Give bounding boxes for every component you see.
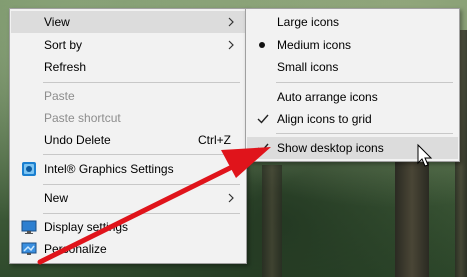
- menu-item-label: Small icons: [277, 60, 339, 74]
- chevron-right-icon: [228, 17, 234, 27]
- menu-separator: [43, 154, 240, 155]
- view-submenu: Large icons Medium icons Small icons Aut…: [245, 8, 460, 162]
- menu-item-shortcut: Ctrl+Z: [198, 133, 231, 147]
- desktop-context-menu: View Sort by Refresh Paste Paste shortcu…: [9, 8, 247, 264]
- menu-item-label: Undo Delete: [44, 133, 111, 147]
- menu-separator: [43, 213, 240, 214]
- menu-item-label: Paste shortcut: [44, 111, 121, 125]
- menu-item-label: Personalize: [44, 242, 107, 256]
- display-monitor-icon: [21, 220, 37, 234]
- menu-item-label: View: [44, 15, 70, 29]
- chevron-right-icon: [228, 40, 234, 50]
- menu-item-new[interactable]: New: [11, 187, 245, 209]
- menu-item-label: Intel® Graphics Settings: [44, 162, 174, 176]
- checkmark-icon: [257, 143, 269, 153]
- menu-item-label: Display settings: [44, 220, 129, 234]
- wallpaper-tree-trunk: [262, 165, 282, 277]
- view-item-medium-icons[interactable]: Medium icons: [247, 34, 458, 56]
- menu-item-personalize[interactable]: Personalize: [11, 238, 245, 260]
- chevron-right-icon: [228, 193, 234, 203]
- menu-item-label: New: [44, 191, 69, 205]
- view-item-small-icons[interactable]: Small icons: [247, 56, 458, 78]
- menu-item-label: Refresh: [44, 60, 87, 74]
- menu-item-label: Show desktop icons: [277, 141, 384, 155]
- menu-item-undo-delete[interactable]: Undo Delete Ctrl+Z: [11, 129, 245, 151]
- menu-separator: [276, 133, 453, 134]
- menu-item-refresh[interactable]: Refresh: [11, 56, 245, 78]
- view-item-auto-arrange-icons[interactable]: Auto arrange icons: [247, 86, 458, 108]
- menu-item-label: Paste: [44, 89, 75, 103]
- menu-item-label: Medium icons: [277, 38, 352, 52]
- menu-item-sort-by[interactable]: Sort by: [11, 34, 245, 56]
- view-item-align-icons-to-grid[interactable]: Align icons to grid: [247, 108, 458, 130]
- menu-item-label: Align icons to grid: [277, 112, 372, 126]
- menu-item-display-settings[interactable]: Display settings: [11, 216, 245, 238]
- menu-item-intel-graphics-settings[interactable]: Intel® Graphics Settings: [11, 158, 245, 180]
- menu-item-label: Large icons: [277, 15, 340, 29]
- view-item-large-icons[interactable]: Large icons: [247, 11, 458, 33]
- menu-item-paste-shortcut: Paste shortcut: [11, 107, 245, 129]
- checkmark-icon: [257, 114, 269, 124]
- wallpaper-tree-trunk: [395, 150, 429, 277]
- menu-item-paste: Paste: [11, 85, 245, 107]
- menu-separator: [43, 184, 240, 185]
- intel-graphics-icon: [22, 162, 36, 176]
- menu-item-label: Auto arrange icons: [277, 90, 378, 104]
- personalize-icon: [21, 242, 37, 255]
- menu-item-label: Sort by: [44, 38, 83, 52]
- selected-bullet-icon: [259, 42, 265, 48]
- view-item-show-desktop-icons[interactable]: Show desktop icons: [247, 137, 458, 159]
- menu-item-view[interactable]: View: [11, 11, 245, 33]
- menu-separator: [276, 82, 453, 83]
- menu-separator: [43, 82, 240, 83]
